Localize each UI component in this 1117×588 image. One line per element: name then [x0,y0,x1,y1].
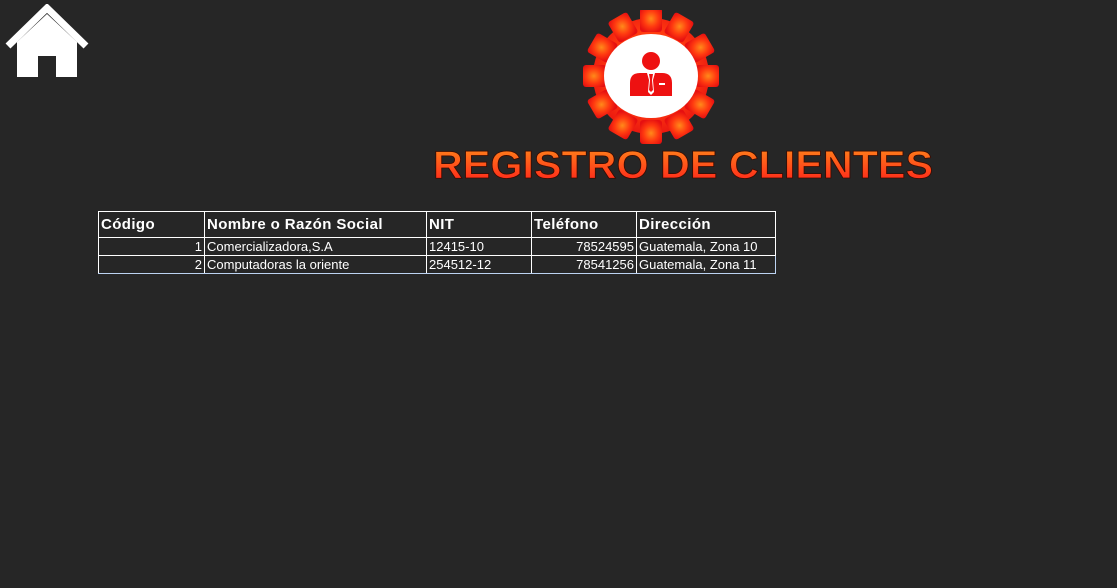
column-header-telefono[interactable]: Teléfono [531,211,637,238]
cell-nit[interactable]: 12415-10 [426,237,532,256]
page-title-text: REGISTRO DE CLIENTES [433,144,933,187]
cell-codigo[interactable]: 2 [98,255,205,274]
cell-nit[interactable]: 254512-12 [426,255,532,274]
table-row: 1 Comercializadora,S.A 12415-10 78524595… [98,237,776,256]
cell-nombre[interactable]: Computadoras la oriente [204,255,427,274]
gear-user-icon [583,8,719,144]
home-icon [5,4,89,77]
home-button[interactable] [4,4,90,80]
cell-codigo[interactable]: 1 [98,237,205,256]
cell-telefono[interactable]: 78524595 [531,237,637,256]
column-header-codigo[interactable]: Código [98,211,205,238]
cell-nombre[interactable]: Comercializadora,S.A [204,237,427,256]
column-header-nit[interactable]: NIT [426,211,532,238]
cell-direccion[interactable]: Guatemala, Zona 11 [636,255,776,274]
column-header-direccion[interactable]: Dirección [636,211,776,238]
cell-direccion[interactable]: Guatemala, Zona 10 [636,237,776,256]
table-row: 2 Computadoras la oriente 254512-12 7854… [98,255,776,274]
page-title: REGISTRO DE CLIENTES [428,138,938,188]
column-header-nombre[interactable]: Nombre o Razón Social [204,211,427,238]
registro-logo [572,8,730,146]
table-header-row: Código Nombre o Razón Social NIT Teléfon… [98,211,776,238]
cell-telefono[interactable]: 78541256 [531,255,637,274]
clients-table: Código Nombre o Razón Social NIT Teléfon… [98,211,776,274]
